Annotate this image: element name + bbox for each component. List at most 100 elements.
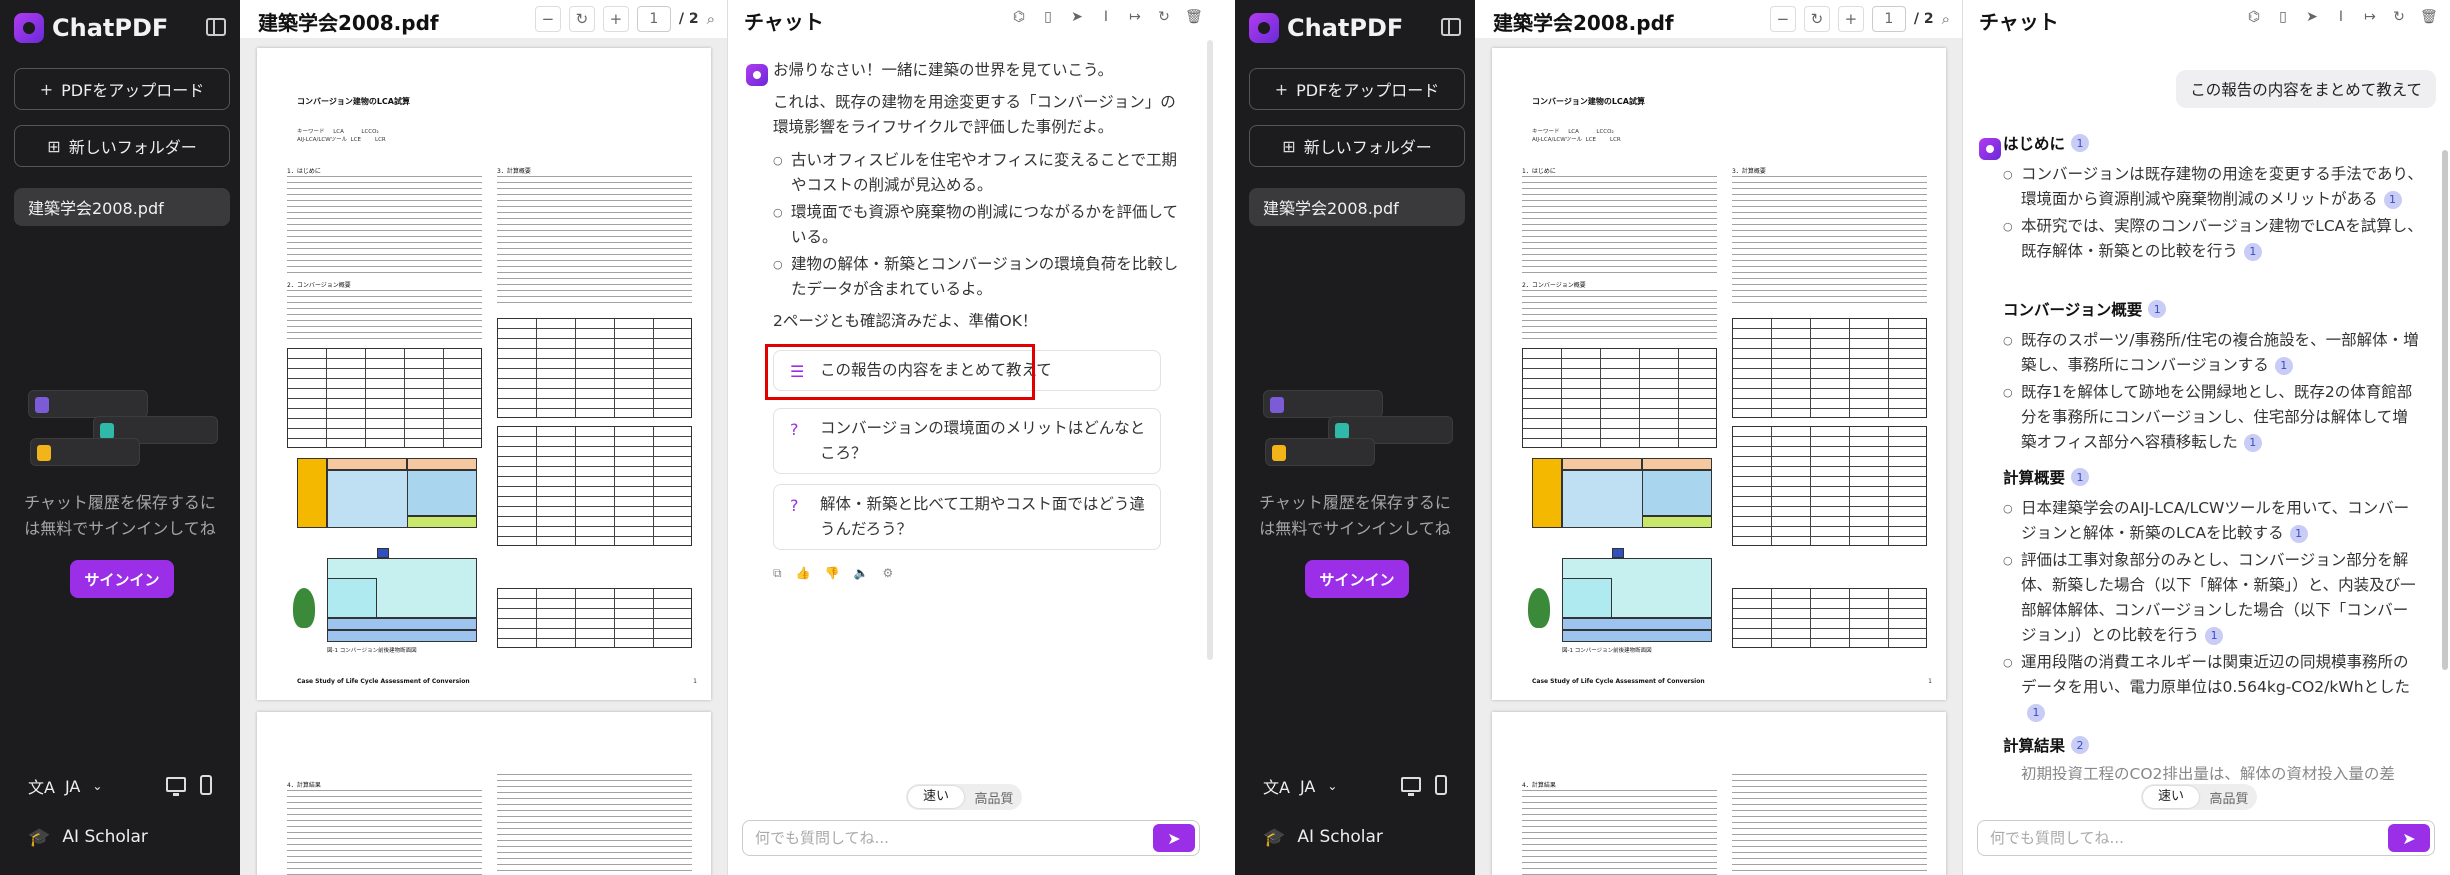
page-number-input[interactable]: 1 [1871,6,1906,32]
sidebar-collapse-icon[interactable] [206,18,226,36]
signin-button[interactable]: サインイン [70,560,174,598]
desktop-icon[interactable] [1401,777,1421,796]
export-icon[interactable]: ↦ [2362,9,2378,25]
pdf-tools: − ↻ + 1 / 2 ⌕ [534,6,715,32]
text-cursor-icon[interactable]: I [2333,9,2349,25]
citation-badge[interactable]: 1 [2289,524,2308,543]
signin-button[interactable]: サインイン [1305,560,1409,598]
search-icon[interactable]: ⌕ [1942,10,1950,28]
plus-icon: + [1274,79,1289,99]
mind-map-icon[interactable]: ⌬ [1011,9,1027,25]
pdf-section-heading: 3．計算概要 [1732,168,1766,175]
scrollbar[interactable] [1207,40,1213,660]
citation-badge[interactable]: 1 [2148,300,2167,318]
list-item: 古いオフィスビルを住宅やオフィスに変えることで工期やコストの削減が見込める。 [773,148,1183,198]
language-selector[interactable]: 文A JA ⌄ [1263,773,1461,799]
refresh-icon[interactable]: ↻ [2391,9,2407,25]
zoom-out-icon[interactable]: − [534,6,561,32]
list-item: 運用段階の消費エネルギーは関東近辺の同規模事務所のデータを用い、電力原単位は0.… [2003,650,2423,725]
sidebar-collapse-icon[interactable] [1441,18,1461,36]
export-icon[interactable]: ↦ [1127,9,1143,25]
citation-badge[interactable]: 1 [2071,134,2090,152]
citation-badge[interactable]: 2 [2071,736,2090,754]
page-number-input[interactable]: 1 [636,6,671,32]
document-icon[interactable]: ▯ [1040,9,1056,25]
logo-text: ChatPDF [1287,14,1404,42]
mode-quality[interactable]: 高品質 [2201,788,2257,807]
desktop-icon[interactable] [166,777,186,796]
new-folder-button[interactable]: ⊞ 新しいフォルダー [1249,125,1465,167]
welcome-message: お帰りなさい！一緒に建築の世界を見ていこう。 [773,61,1114,79]
send-button[interactable]: ➤ [1153,824,1195,852]
mode-fast[interactable]: 速い [2143,786,2199,808]
rotate-icon[interactable]: ↻ [568,6,595,32]
chat-input-box[interactable]: ➤ [742,820,1200,856]
zoom-out-icon[interactable]: − [1769,6,1796,32]
pdf-footer: Case Study of Life Cycle Assessment of C… [297,678,470,685]
mode-toggle[interactable]: 速い 高品質 [2141,784,2257,810]
sidebar-doc-item[interactable]: 建築学会2008.pdf [14,188,230,226]
mode-fast[interactable]: 速い [908,786,964,808]
pdf-figure-block [1562,630,1712,642]
trash-icon[interactable]: 🗑 [1185,9,1203,25]
upload-pdf-button[interactable]: + PDFをアップロード [14,68,230,110]
sidebar-doc-item[interactable]: 建築学会2008.pdf [1249,188,1465,226]
suggestion-environment[interactable]: ? コンバージョンの環境面のメリットはどんなところ？ [773,408,1161,474]
mobile-icon[interactable] [200,775,212,795]
trash-icon[interactable]: 🗑 [2420,9,2438,25]
chat-title: チャット [1979,10,2059,34]
pdf-page-1: コンバージョン建物のLCA試算 キーワード LCA LCCO₂ AIJ-LCA/… [1492,48,1946,700]
answer-heading: コンバージョン概要 1 [2003,298,2167,320]
new-folder-button[interactable]: ⊞ 新しいフォルダー [14,125,230,167]
refresh-icon[interactable]: ↻ [1156,9,1172,25]
pdf-title: 建築学会2008.pdf [1493,11,1674,35]
pdf-figure-caption: 図-1 コンバージョン前後建物断面図 [1562,648,1652,654]
pdf-table [497,588,692,648]
citation-badge[interactable]: 1 [2243,242,2262,261]
copy-icon[interactable]: ⧉ [773,566,782,581]
text-cursor-icon[interactable]: I [1098,9,1114,25]
send-button[interactable]: ➤ [2388,824,2430,852]
thumbs-down-icon[interactable]: 👎 [825,566,840,581]
pdf-section-heading: 1．はじめに [287,168,321,175]
scrollbar[interactable] [2442,150,2448,670]
sidebar: ChatPDF + PDFをアップロード ⊞ 新しいフォルダー 建築学会2008… [1235,0,1475,875]
pdf-section-heading: 2．コンバージョン概要 [1522,282,1586,289]
ai-scholar-link[interactable]: 🎓 AI Scholar [1263,824,1383,850]
ai-scholar-link[interactable]: 🎓 AI Scholar [28,824,148,850]
citation-badge[interactable]: 1 [2205,626,2224,645]
speaker-icon[interactable]: 🔈 [853,566,868,581]
zoom-in-icon[interactable]: + [1837,6,1864,32]
chat-input-box[interactable]: ➤ [1977,820,2435,856]
chat-title: チャット [744,10,824,34]
pdf-figure-caption: 図-1 コンバージョン前後建物断面図 [327,648,417,654]
upload-pdf-button[interactable]: + PDFをアップロード [1249,68,1465,110]
rotate-icon[interactable]: ↻ [1803,6,1830,32]
share-icon[interactable]: ➤ [1069,9,1085,25]
chat-input[interactable] [1990,821,2370,855]
list-item: 既存のスポーツ/事務所/住宅の複合施設を、一部解体・増築し、事務所にコンバージョ… [2003,328,2423,378]
pdf-figure-block [297,458,327,528]
search-icon[interactable]: ⌕ [707,10,715,28]
citation-badge[interactable]: 1 [2243,433,2262,452]
suggestion-cost[interactable]: ? 解体・新築と比べて工期やコスト面ではどう違うんだろう？ [773,484,1161,550]
share-icon[interactable]: ➤ [2304,9,2320,25]
mode-toggle[interactable]: 速い 高品質 [906,784,1022,810]
citation-badge[interactable]: 1 [2071,468,2090,486]
answer-list: 既存のスポーツ/事務所/住宅の複合施設を、一部解体・増築し、事務所にコンバージョ… [2003,328,2423,457]
zoom-in-icon[interactable]: + [602,6,629,32]
send-icon: ➤ [1167,828,1181,848]
language-selector[interactable]: 文A JA ⌄ [28,773,226,799]
chat-input[interactable] [755,821,1135,855]
citation-badge[interactable]: 1 [2274,356,2293,375]
mind-map-icon[interactable]: ⌬ [2246,9,2262,25]
mode-quality[interactable]: 高品質 [966,788,1022,807]
thumbs-up-icon[interactable]: 👍 [796,566,811,581]
citation-badge[interactable]: 1 [2383,190,2402,209]
citation-badge[interactable]: 1 [2027,703,2045,722]
document-icon[interactable]: ▯ [2275,9,2291,25]
mobile-icon[interactable] [1435,775,1447,795]
pdf-table [1522,348,1717,448]
settings-icon[interactable]: ⚙ [882,566,893,581]
screenshot-right: ChatPDF + PDFをアップロード ⊞ 新しいフォルダー 建築学会2008… [1235,0,2450,875]
